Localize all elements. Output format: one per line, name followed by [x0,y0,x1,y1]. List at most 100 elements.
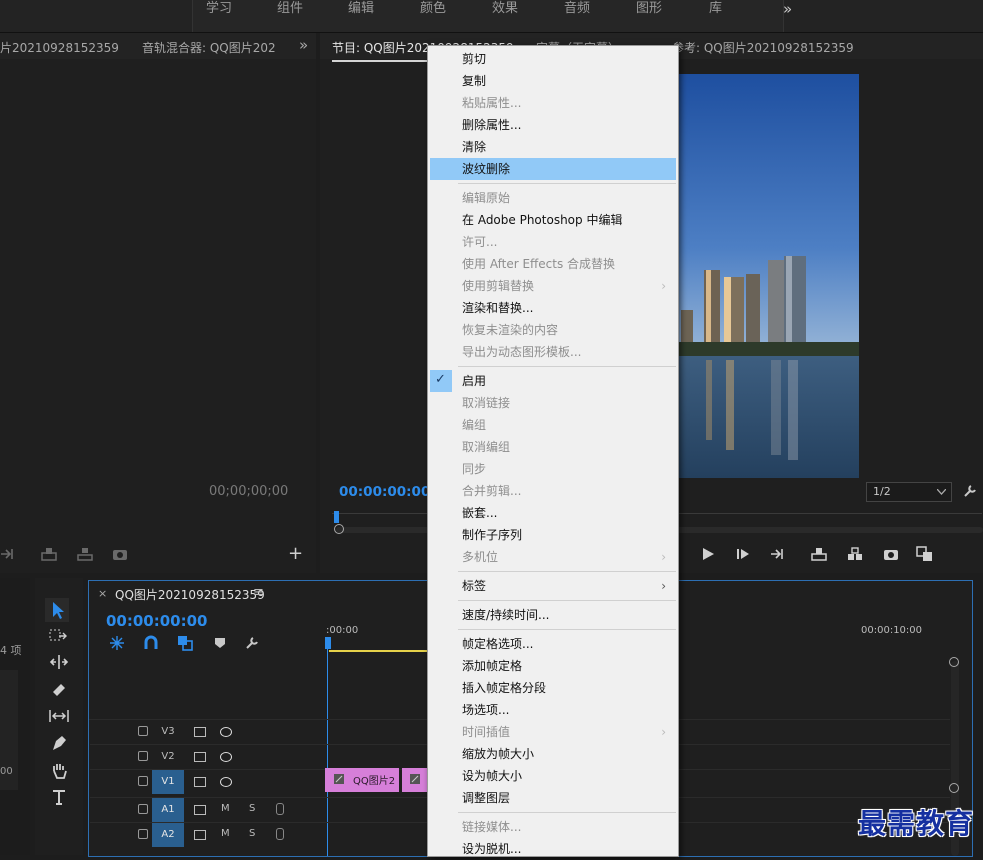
menu-item-34[interactable]: 设为脱机... [430,838,676,860]
camera-icon[interactable] [883,547,899,561]
slip-tool-icon[interactable] [48,708,70,724]
workspace-tab-libraries[interactable]: 库 [709,0,722,22]
menu-item-label: 插入帧定格分段 [462,681,547,695]
sync-lock-icon[interactable] [194,805,206,815]
extract-icon[interactable] [846,546,864,562]
menu-item-7[interactable]: 在 Adobe Photoshop 中编辑 [430,209,676,231]
lift-icon[interactable] [810,546,828,562]
nest-toggle-icon[interactable] [109,635,125,651]
track-target-v1[interactable]: V1 [152,770,184,794]
export-frame-icon[interactable] [112,547,128,561]
sync-lock-icon[interactable] [194,830,206,840]
step-forward-icon[interactable] [736,547,750,561]
tab-source-clip[interactable]: 片20210928152359 [0,39,119,56]
lock-icon[interactable] [138,751,148,761]
menu-item-28[interactable]: 场选项... [430,699,676,721]
add-button[interactable]: + [288,543,303,564]
workspace-tab-editing[interactable]: 编辑 [348,0,374,22]
linked-selection-icon[interactable] [177,635,193,651]
workspace-tab-assembly[interactable]: 组件 [277,0,303,22]
menu-item-25[interactable]: 帧定格选项... [430,633,676,655]
menu-item-30[interactable]: 缩放为帧大小 [430,743,676,765]
play-icon[interactable] [701,547,715,561]
menu-item-11[interactable]: 渲染和替换... [430,297,676,319]
eye-icon[interactable] [220,727,232,737]
menu-item-20[interactable]: 嵌套... [430,502,676,524]
add-marker-icon[interactable] [214,637,226,649]
hand-tool-icon[interactable] [50,761,68,779]
close-sequence-button[interactable]: × [98,587,107,600]
menu-item-3[interactable]: 删除属性... [430,114,676,136]
track-target-v2[interactable]: V2 [152,745,184,769]
program-timecode[interactable]: 00:00:00:00 [339,484,430,500]
mute-button[interactable]: M [221,828,230,839]
ripple-edit-tool-icon[interactable] [49,654,69,670]
track-select-tool-icon[interactable] [49,628,67,644]
track-target-a2[interactable]: A2 [152,823,184,847]
microphone-icon[interactable] [276,803,284,815]
lock-icon[interactable] [138,776,148,786]
menu-item-31[interactable]: 设为帧大小 [430,765,676,787]
scroll-bottom-handle[interactable] [949,783,959,793]
menu-item-0[interactable]: 剪切 [430,48,676,70]
eye-icon[interactable] [220,752,232,762]
tab-audio-track-mixer[interactable]: 音轨混合器: QQ图片202 [142,39,276,56]
sync-lock-icon[interactable] [194,777,206,787]
program-playhead[interactable] [334,511,339,523]
solo-button[interactable]: S [249,803,255,814]
menu-item-21[interactable]: 制作子序列 [430,524,676,546]
lock-icon[interactable] [138,804,148,814]
snap-magnet-icon[interactable] [143,635,159,651]
mute-button[interactable]: M [221,803,230,814]
eye-icon[interactable] [220,777,232,787]
overwrite-icon[interactable] [40,546,58,562]
sequence-menu-icon[interactable]: ≡ [253,585,264,600]
workspace-tab-audio[interactable]: 音频 [564,0,590,22]
menu-item-24[interactable]: 速度/持续时间... [430,604,676,626]
menu-item-4[interactable]: 清除 [430,136,676,158]
pen-tool-icon[interactable] [50,734,68,752]
sequence-tab[interactable]: QQ图片20210928152359 [115,586,265,603]
lock-icon[interactable] [138,726,148,736]
selection-tool-icon[interactable] [45,598,69,622]
menu-item-26[interactable]: 添加帧定格 [430,655,676,677]
video-clip[interactable]: QQ图片2 [325,768,399,792]
scroll-handle[interactable] [334,524,344,534]
tab-reference[interactable]: 参考: QQ图片20210928152359 [672,39,854,56]
workspace-tab-learn[interactable]: 学习 [206,0,232,22]
insert-icon[interactable] [0,546,16,562]
workspace-more-button[interactable]: » [783,0,792,22]
track-target-v3[interactable]: V3 [152,720,184,744]
wrench-icon[interactable] [962,483,978,499]
video-clip-2[interactable] [402,768,428,792]
timeline-settings-wrench-icon[interactable] [244,635,260,651]
sync-lock-icon[interactable] [194,727,206,737]
sync-lock-icon[interactable] [194,752,206,762]
go-to-out-icon[interactable] [770,546,786,562]
workspace-tab-effects[interactable]: 效果 [492,0,518,22]
type-tool-icon[interactable] [51,788,67,806]
panel-more-button[interactable]: » [299,36,308,54]
comparison-view-icon[interactable] [916,546,934,562]
menu-item-27[interactable]: 插入帧定格分段 [430,677,676,699]
resolution-select[interactable]: 1/2 [866,482,952,502]
track-target-a1[interactable]: A1 [152,798,184,822]
lift-icon[interactable] [76,546,94,562]
workspace-tab-graphics[interactable]: 图形 [636,0,662,22]
microphone-icon[interactable] [276,828,284,840]
razor-tool-icon[interactable] [50,680,68,698]
solo-button[interactable]: S [249,828,255,839]
menu-item-5[interactable]: 波纹删除 [430,158,676,180]
fx-badge-icon [334,774,344,784]
scroll-top-handle[interactable] [949,657,959,667]
menu-item-32[interactable]: 调整图层 [430,787,676,809]
timeline-timecode[interactable]: 00:00:00:00 [106,612,208,630]
menu-item-1[interactable]: 复制 [430,70,676,92]
menu-item-23[interactable]: 标签 › [430,575,676,597]
timeline-playhead[interactable] [325,637,331,649]
workspace-tab-color[interactable]: 颜色 [420,0,446,22]
lock-icon[interactable] [138,829,148,839]
workspace-bar: 学习 组件 编辑 颜色 效果 音频 图形 库 » [0,0,983,33]
menu-item-14[interactable]: 启用 [430,370,676,392]
work-area-bar[interactable] [329,650,429,652]
